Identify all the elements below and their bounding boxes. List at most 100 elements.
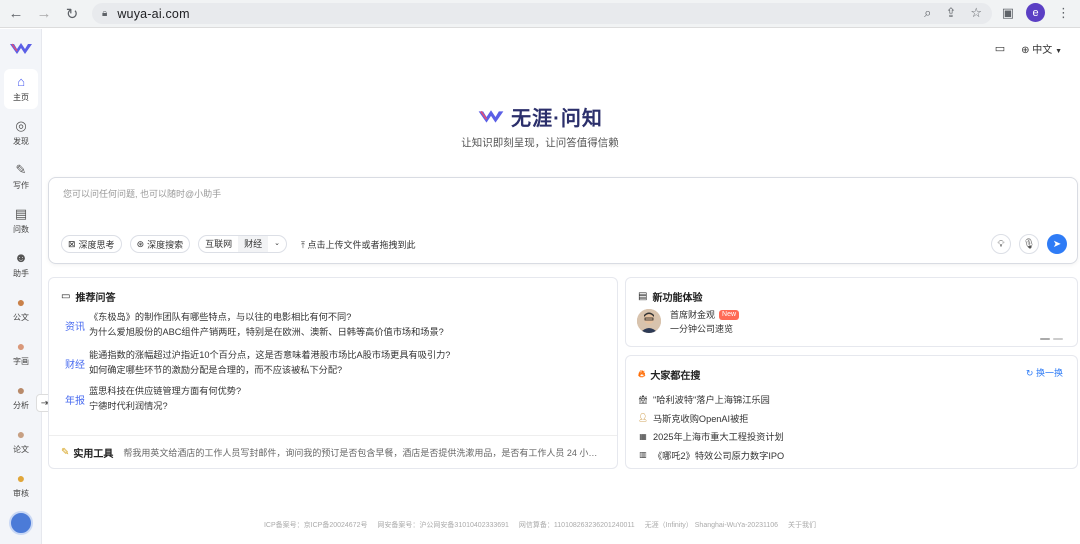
doc-avatar-icon: ●: [16, 294, 26, 310]
feature-avatar[interactable]: [637, 309, 661, 333]
pencil-icon: ✎: [61, 447, 70, 458]
recommend-question[interactable]: 为什么爱旭股份的ABC组件产销两旺，特别是在欧洲、澳新、日韩等高价值市场和场景?: [89, 325, 444, 340]
source-internet[interactable]: 互联网: [199, 236, 238, 252]
sidebar-item[interactable]: ● 公文: [4, 289, 38, 329]
menu-kebab-icon[interactable]: ⋮: [1057, 5, 1070, 21]
recommend-title: 推荐问答: [75, 293, 116, 304]
filing-value: 110108263236201240011: [553, 522, 635, 529]
language-label: 中文: [1032, 45, 1053, 56]
recommend-question[interactable]: 蓝思科技在供应链管理方面有何优势?: [89, 384, 241, 399]
hot-item-label: 《哪吒2》特效公司原力数字IPO: [653, 450, 785, 461]
sidebar-item-label: 问数: [13, 225, 29, 234]
recommend-card: ▭ 推荐问答 资讯 《东极岛》的制作团队有哪些特点，与以往的电影相比有何不同? …: [48, 277, 618, 469]
hot-item[interactable]: 🏰︎ "哈利波特"落户上海锦江乐园: [638, 390, 784, 409]
sidebar-item[interactable]: ● 字画: [4, 333, 38, 373]
sidebar-item[interactable]: ● 审核: [4, 465, 38, 505]
monitor-icon[interactable]: ▭: [995, 42, 1005, 55]
zoom-icon[interactable]: ⌕: [924, 5, 931, 21]
feature-name[interactable]: 首席财金观: [670, 308, 715, 321]
address-bar[interactable]: 🔒︎ wuya-ai.com ⌕ ⇪ ☆: [92, 3, 992, 24]
analysis-avatar-icon: ●: [16, 382, 26, 398]
microphone-icon[interactable]: 🎙︎: [1019, 234, 1039, 254]
recommend-group: 年报 蓝思科技在供应链管理方面有何优势? 宁德时代利润情况?: [65, 384, 241, 413]
recommend-question[interactable]: 宁德时代利润情况?: [89, 399, 241, 414]
side-panel-icon[interactable]: ▣: [1002, 5, 1014, 21]
recommend-group: 财经 能通指数的涨幅超过沪指近10个百分点，这是否意味着港股市场比A股市场更具有…: [65, 348, 450, 377]
fire-icon: 🔥︎: [638, 369, 646, 380]
deep-search-icon: ⊛: [136, 238, 145, 249]
hot-item[interactable]: ▦ 2025年上海市重大工程投资计划: [638, 427, 784, 446]
deep-think-label: 深度思考: [78, 239, 115, 250]
deep-search-button[interactable]: ⊛ 深度搜索: [129, 235, 191, 253]
refresh-button[interactable]: ↻ 换一换: [1026, 366, 1063, 379]
hot-item[interactable]: 👤︎ 马斯克收购OpenAI被拒: [638, 409, 784, 428]
sidebar-item[interactable]: ▤ 问数: [4, 201, 38, 241]
hot-item-label: 2025年上海市重大工程投资计划: [653, 432, 784, 443]
deep-think-button[interactable]: ⊠ 深度思考: [61, 235, 122, 253]
sidebar-item-label: 论文: [13, 445, 29, 454]
review-avatar-icon: ●: [16, 470, 26, 486]
tools-example[interactable]: 帮我用英文给酒店的工作人员写封邮件，询问我的预订是否包含早餐，酒店是否提供洗漱用…: [123, 446, 603, 459]
recommend-group: 资讯 《东极岛》的制作团队有哪些特点，与以往的电影相比有何不同? 为什么爱旭股份…: [65, 310, 444, 339]
net-value[interactable]: 沪公网安备31010402333691: [419, 522, 509, 529]
sidebar-item[interactable]: ✎ 写作: [4, 157, 38, 197]
share-icon[interactable]: ⇪: [945, 5, 956, 21]
url-text: wuya-ai.com: [117, 6, 190, 21]
castle-icon: 🏰︎: [637, 394, 649, 404]
home-icon: ⌂: [17, 74, 25, 89]
brand-title: 无涯·问知: [511, 108, 603, 130]
recommend-question[interactable]: 《东极岛》的制作团队有哪些特点，与以往的电影相比有何不同?: [89, 310, 444, 325]
hot-search-card: 🔥︎ 大家都在搜 ↻ 换一换 🏰︎ "哈利波特"落户上海锦江乐园 👤︎ 马斯克收…: [625, 355, 1078, 469]
bulb-icon[interactable]: 💡︎: [991, 234, 1011, 254]
send-icon[interactable]: ➤: [1047, 234, 1067, 254]
sidebar-item[interactable]: ☻ 助手: [4, 245, 38, 285]
chevron-down-icon[interactable]: ⌄: [268, 236, 286, 252]
upload-button[interactable]: ⤒ 点击上传文件或者拖拽到此: [301, 238, 416, 251]
feature-desc: 一分钟公司速览: [670, 324, 734, 334]
reload-icon[interactable]: ↻: [60, 2, 84, 26]
film-icon: ▥: [639, 450, 647, 460]
sidebar-item[interactable]: ● 论文: [4, 421, 38, 461]
hot-item[interactable]: ▥ 《哪吒2》特效公司原力数字IPO: [638, 446, 784, 465]
icp-info: ICP备案号：京ICP备20024672号: [264, 522, 368, 529]
caret-down-icon: ▼: [1055, 48, 1062, 55]
question-composer[interactable]: 您可以问任何问题, 也可以随时@小助手 ⊠ 深度思考 ⊛ 深度搜索 互联网 财经…: [48, 177, 1078, 264]
sidebar-item-label: 助手: [13, 269, 29, 278]
language-switch[interactable]: ⊕ 中文 ▼: [1021, 41, 1062, 56]
recommend-icon: ▭: [61, 291, 71, 302]
pen-icon: ✎: [15, 162, 27, 177]
person-icon: 👤︎: [637, 413, 649, 423]
company-info: 无涯（Infinity） Shanghai-WuYa-20231106: [644, 522, 779, 529]
feature-title: 新功能体验: [652, 293, 703, 304]
forward-icon[interactable]: →: [32, 2, 56, 26]
lock-icon: 🔒︎: [102, 8, 108, 19]
recommend-tag: 资讯: [65, 322, 85, 333]
feature-icon: ▤: [638, 291, 648, 302]
logo-icon[interactable]: [9, 41, 33, 57]
sidebar-item-label: 公文: [13, 313, 29, 322]
hot-item-label: "哈利波特"落户上海锦江乐园: [653, 395, 770, 406]
tools-row[interactable]: ✎ 实用工具 帮我用英文给酒店的工作人员写封邮件，询问我的预订是否包含早餐，酒店…: [49, 435, 617, 469]
deep-think-icon: ⊠: [68, 238, 76, 249]
sidebar-item[interactable]: ● 分析: [4, 377, 38, 417]
globe-icon: ⊕: [1021, 45, 1030, 56]
tools-title: 实用工具: [73, 449, 114, 460]
net-label: 网安备案号：: [377, 522, 420, 529]
bookmark-star-icon[interactable]: ☆: [970, 5, 982, 21]
recommend-question[interactable]: 如何确定哪些环节的激励分配是合理的，而不应该被私下分配?: [89, 363, 450, 378]
sidebar-item-label: 字画: [13, 357, 29, 366]
filing-info: 网信算备：110108263236201240011: [519, 522, 635, 529]
icp-value[interactable]: 京ICP备20024672号: [304, 522, 368, 529]
brand-subtitle: 让知识即刻呈现，让问答值得信赖: [461, 137, 619, 149]
carousel-dots[interactable]: [1040, 338, 1063, 340]
filing-label: 网信算备：: [518, 522, 554, 529]
source-finance[interactable]: 财经: [238, 236, 269, 252]
robot-icon: ☻: [14, 250, 28, 265]
feature-card: ▤ 新功能体验 首席财金观 New 一分钟公司速览: [625, 277, 1078, 347]
question-input[interactable]: 您可以问任何问题, 也可以随时@小助手: [63, 187, 221, 200]
about-link[interactable]: 关于我们: [788, 522, 816, 529]
back-icon[interactable]: ←: [4, 2, 28, 26]
recommend-question[interactable]: 能通指数的涨幅超过沪指近10个百分点，这是否意味着港股市场比A股市场更具有吸引力…: [89, 348, 450, 363]
profile-avatar[interactable]: e: [1026, 3, 1045, 22]
source-selector[interactable]: 互联网 财经 ⌄: [198, 235, 288, 253]
